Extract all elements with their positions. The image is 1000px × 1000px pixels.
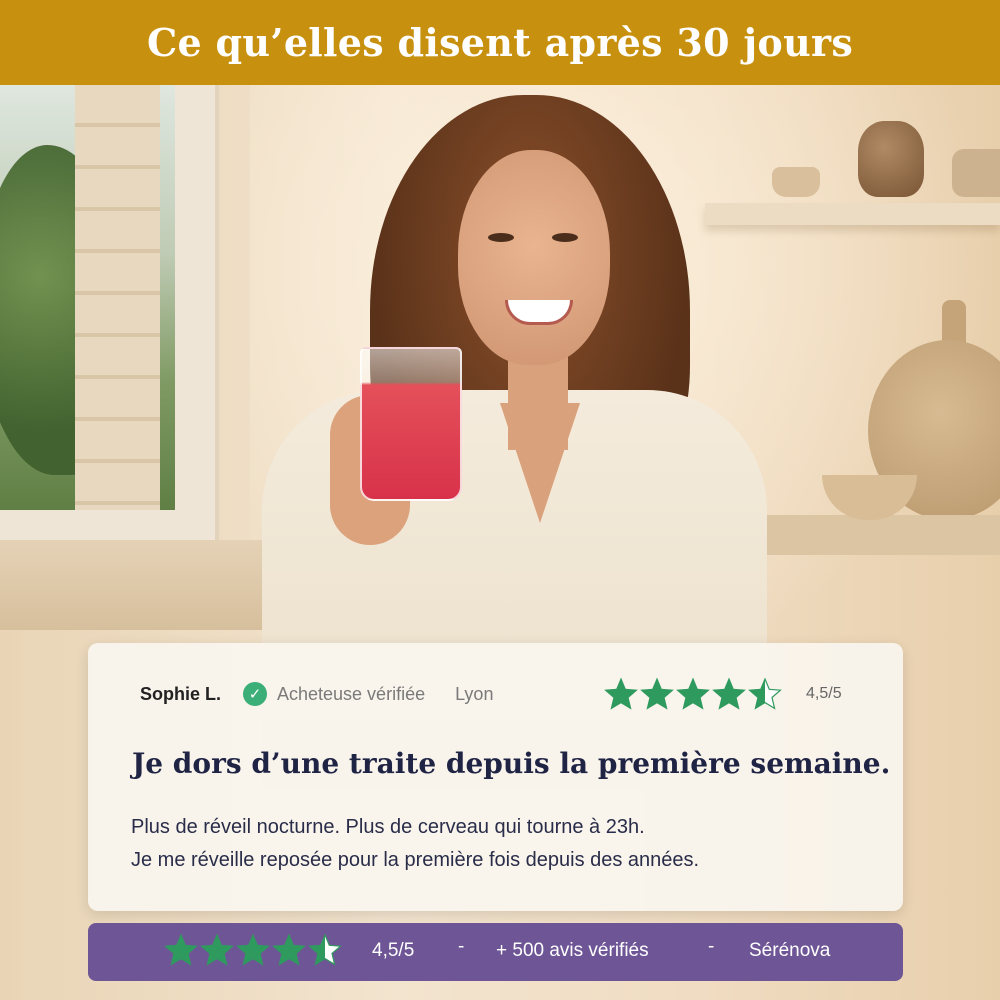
verified-check-icon: ✓ <box>243 682 267 706</box>
reviews-count: + 500 avis vérifiés <box>496 940 649 961</box>
drink-glass <box>360 347 462 501</box>
star-full-icon <box>676 677 710 710</box>
window-sill <box>0 540 290 630</box>
review-body-line-2: Je me réveille reposée pour la première … <box>131 849 700 871</box>
woman-eye-left <box>488 233 514 242</box>
testimonial-visual: Ce qu’elles disent après 30 jours Sophie… <box>0 0 1000 1000</box>
star-half-icon <box>748 677 782 710</box>
separator-2: - <box>708 936 715 957</box>
reviewer-name: Sophie L. <box>140 683 221 704</box>
review-title: Je dors d’une traite depuis la première … <box>132 747 891 780</box>
pot <box>952 149 1000 197</box>
brand-name: Sérénova <box>749 940 831 961</box>
star-full-icon <box>272 933 306 966</box>
review-card: Sophie L. ✓ Acheteuse vérifiée Lyon 4,5/… <box>88 643 903 911</box>
header-banner: Ce qu’elles disent après 30 jours <box>0 0 1000 85</box>
review-stars <box>604 677 784 711</box>
summary-bar: 4,5/5 - + 500 avis vérifiés - Sérénova <box>88 923 903 981</box>
window <box>0 85 219 570</box>
stone-wall <box>75 85 160 510</box>
page-title: Ce qu’elles disent après 30 jours <box>146 20 854 65</box>
star-full-icon <box>712 677 746 710</box>
review-body: Plus de réveil nocturne. Plus de cerveau… <box>131 811 699 877</box>
star-full-icon <box>236 933 270 966</box>
separator-1: - <box>458 936 465 957</box>
review-score: 4,5/5 <box>806 685 842 702</box>
star-full-icon <box>164 933 198 966</box>
verified-label: Acheteuse vérifiée <box>277 683 426 704</box>
reviewer-city: Lyon <box>455 683 494 704</box>
wall-shelf <box>705 203 1000 225</box>
vase <box>858 121 924 197</box>
star-full-icon <box>640 677 674 710</box>
counter <box>765 515 1000 555</box>
star-full-icon <box>200 933 234 966</box>
star-half-icon <box>308 933 342 966</box>
review-rating: 4,5/5 <box>604 677 842 711</box>
summary-stars <box>164 933 344 967</box>
review-body-line-1: Plus de réveil nocturne. Plus de cerveau… <box>131 816 645 838</box>
star-full-icon <box>604 677 638 710</box>
reviewer-row: Sophie L. ✓ Acheteuse vérifiée Lyon <box>140 679 493 709</box>
woman-face <box>458 150 610 365</box>
summary-score: 4,5/5 <box>372 940 415 961</box>
woman-eye-right <box>552 233 578 242</box>
small-pot <box>772 167 820 197</box>
